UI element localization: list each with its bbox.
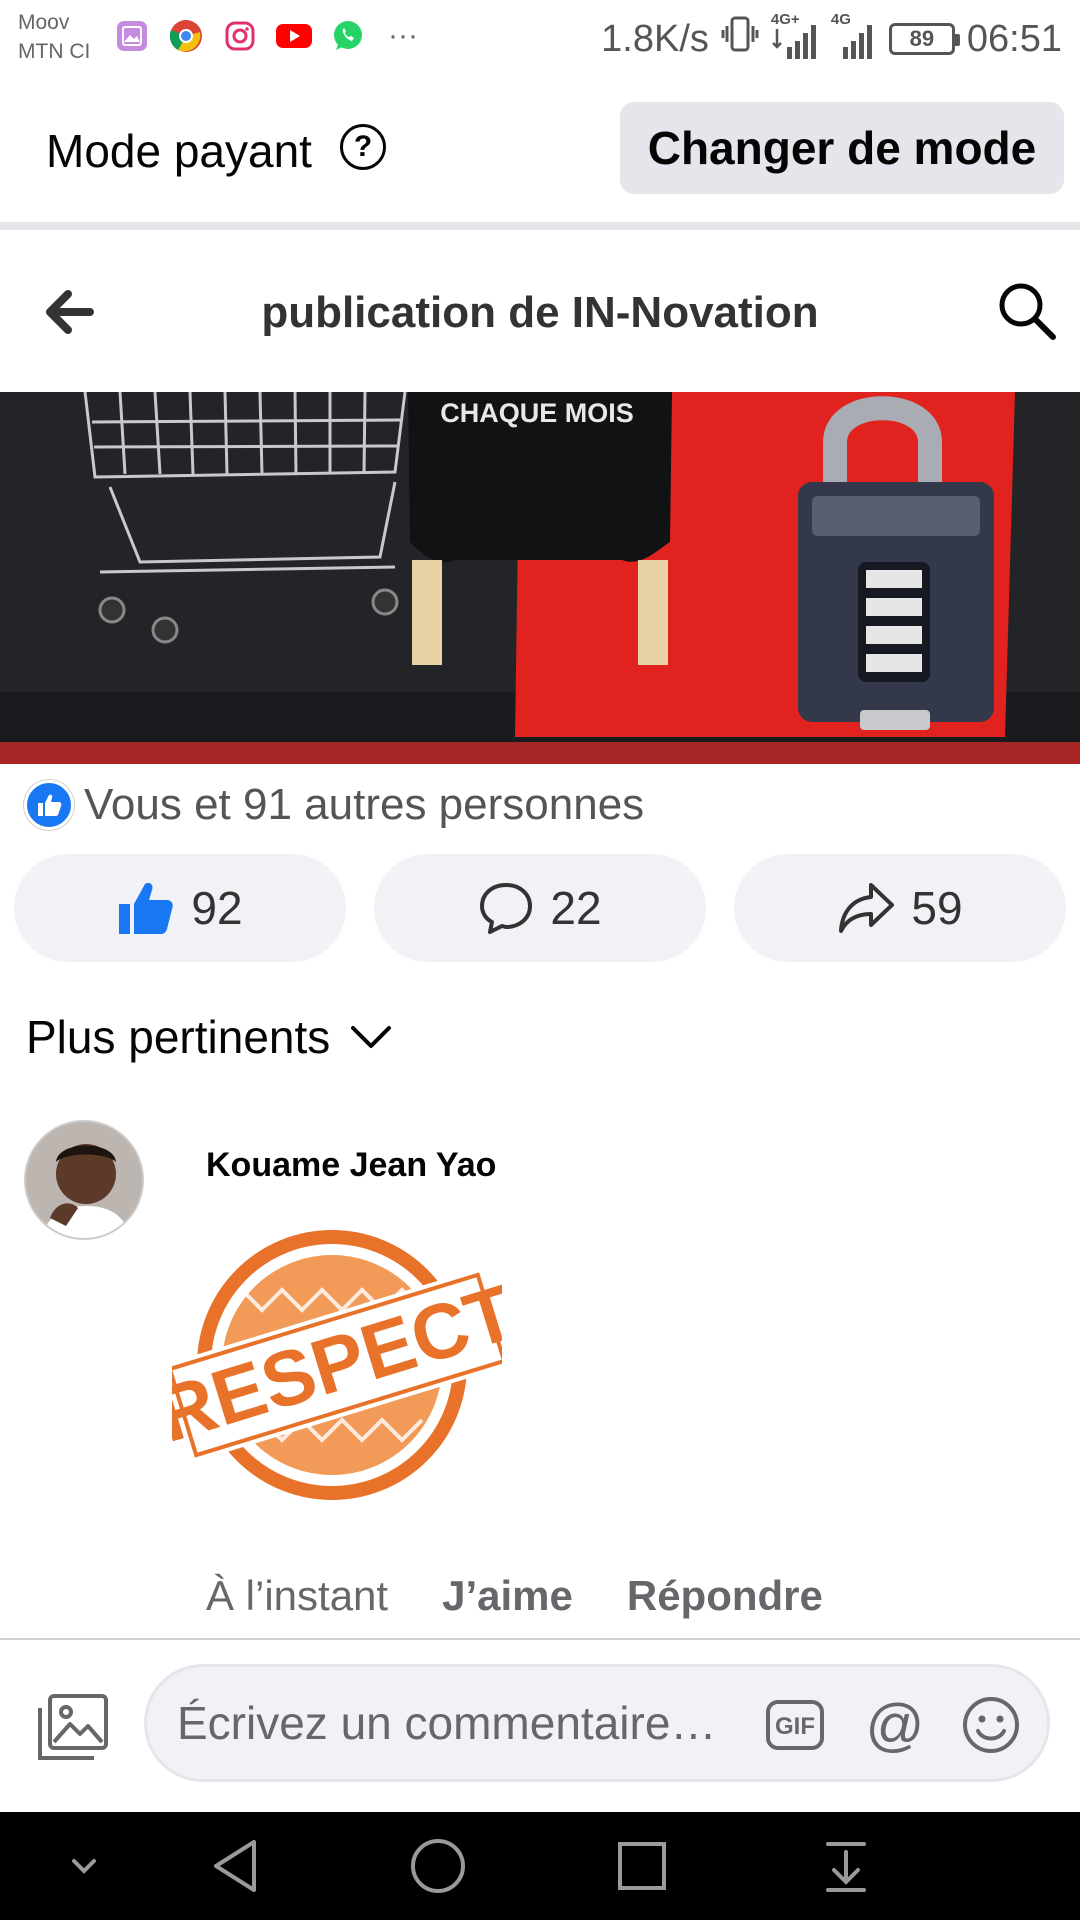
youtube-icon <box>276 18 312 54</box>
mention-icon[interactable]: @ <box>865 1693 925 1758</box>
comment-reply-link[interactable]: Répondre <box>627 1572 823 1620</box>
gif-icon[interactable]: GIF <box>765 1695 825 1755</box>
carrier-names: Moov MTN CI <box>18 8 90 66</box>
thumbs-up-icon <box>119 882 174 934</box>
reactions-text: Vous et 91 autres personnes <box>84 780 645 829</box>
comment-input[interactable] <box>177 1667 737 1779</box>
gallery-icon <box>114 18 150 54</box>
network-speed: 1.8K/s <box>601 17 709 60</box>
like-reaction-icon <box>24 780 74 830</box>
search-icon[interactable] <box>996 280 1058 342</box>
photo-icon[interactable] <box>36 1692 110 1762</box>
notification-pulldown-icon[interactable] <box>816 1836 876 1896</box>
comment-box: GIF @ <box>144 1664 1050 1782</box>
sort-label: Plus pertinents <box>26 1011 331 1063</box>
image-caption: CHAQUE MOIS <box>440 398 634 428</box>
status-bar: Moov MTN CI ··· 1.8K/s 4G+ 4G 89 06:51 <box>0 0 1080 78</box>
signal-4g-plus-icon: 4G+ <box>771 11 819 61</box>
comment-time: À l’instant <box>206 1572 389 1619</box>
section-divider <box>0 222 1080 230</box>
status-right: 1.8K/s 4G+ 4G 89 06:51 <box>601 11 1062 64</box>
system-navigation-bar <box>0 1812 1080 1920</box>
back-triangle-icon[interactable] <box>206 1836 266 1896</box>
more-notifications-icon: ··· <box>388 19 418 52</box>
like-button[interactable]: 92 <box>14 854 346 962</box>
notification-icons: ··· <box>114 18 418 54</box>
post-actions: 92 22 59 <box>14 854 1066 962</box>
back-arrow-icon[interactable] <box>38 282 108 342</box>
vibrate-icon <box>721 14 759 64</box>
mode-label: Mode payant <box>46 125 312 177</box>
comment-like-link[interactable]: J’aime <box>442 1572 573 1620</box>
comment-composer: GIF @ <box>0 1640 1080 1812</box>
reactions-summary[interactable]: Vous et 91 autres personnes <box>24 780 644 830</box>
hide-nav-chevron-icon[interactable] <box>54 1836 114 1896</box>
carrier-2: MTN CI <box>18 40 91 63</box>
chevron-down-icon <box>351 1026 392 1048</box>
like-count: 92 <box>191 882 243 934</box>
change-mode-button[interactable]: Changer de mode <box>620 102 1064 194</box>
avatar[interactable] <box>24 1120 144 1240</box>
share-arrow-icon <box>839 883 895 933</box>
chrome-icon <box>168 18 204 54</box>
share-count: 59 <box>911 882 963 934</box>
carrier-1: Moov <box>18 11 70 34</box>
recents-square-icon[interactable] <box>612 1836 672 1896</box>
home-circle-icon[interactable] <box>408 1836 468 1896</box>
signal-4g-icon: 4G <box>831 11 877 61</box>
comment-author[interactable]: Kouame Jean Yao <box>206 1146 496 1185</box>
clock: 06:51 <box>966 17 1062 60</box>
respect-sticker[interactable]: RESPECT <box>147 1220 525 1510</box>
comment-sort-dropdown[interactable]: Plus pertinents <box>26 1010 392 1064</box>
share-button[interactable]: 59 <box>734 854 1066 962</box>
comment-count: 22 <box>550 882 602 934</box>
gif-label: GIF <box>775 1713 815 1740</box>
whatsapp-icon <box>330 18 366 54</box>
help-icon[interactable]: ? <box>340 124 386 170</box>
post-image[interactable]: CHAQUE MOIS <box>0 392 1080 764</box>
page-title: publication de IN-Novation <box>261 288 819 337</box>
instagram-icon <box>222 18 258 54</box>
emoji-icon[interactable] <box>961 1695 1021 1755</box>
battery-icon: 89 <box>888 23 960 55</box>
data-mode-bar: Mode payant ? Changer de mode <box>0 78 1080 224</box>
comment-bubble-icon <box>480 883 533 934</box>
page-header: publication de IN-Novation <box>0 230 1080 392</box>
comment-meta: À l’instant J’aime Répondre <box>206 1572 823 1620</box>
comment-button[interactable]: 22 <box>374 854 706 962</box>
